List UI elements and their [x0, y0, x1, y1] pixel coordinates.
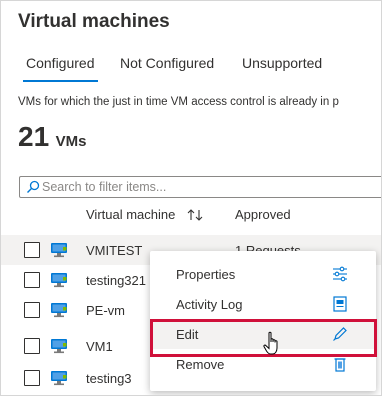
row-checkbox[interactable] [24, 302, 40, 318]
vm-count: 21 VMs [18, 121, 86, 153]
column-header-approved[interactable]: Approved [235, 207, 291, 222]
hand-pointer-icon [263, 331, 278, 355]
menu-item-activity-log[interactable]: Activity Log [150, 289, 376, 319]
menu-item-label: Remove [176, 357, 225, 372]
virtual-machines-panel: Virtual machines Configured Not Configur… [0, 0, 382, 396]
active-tab-indicator [23, 80, 98, 82]
virtual-machine-icon [51, 273, 67, 288]
description-text: VMs for which the just in time VM access… [18, 96, 339, 108]
search-box[interactable] [19, 176, 381, 198]
menu-item-label: Activity Log [176, 297, 243, 312]
virtual-machine-icon [51, 371, 67, 386]
vm-name[interactable]: VM1 [86, 339, 113, 354]
row-checkbox[interactable] [24, 242, 40, 258]
vm-count-unit: VMs [55, 133, 87, 150]
tab-configured[interactable]: Configured [26, 55, 95, 71]
menu-item-label: Properties [176, 267, 236, 282]
tab-unsupported[interactable]: Unsupported [242, 55, 322, 71]
activity-log-icon [333, 296, 347, 312]
vm-name[interactable]: testing3 [86, 371, 132, 386]
tab-not-configured[interactable]: Not Configured [120, 55, 214, 71]
vm-name[interactable]: testing321 [86, 273, 146, 288]
row-checkbox[interactable] [24, 272, 40, 288]
row-checkbox[interactable] [24, 370, 40, 386]
vm-count-number: 21 [18, 121, 50, 152]
virtual-machine-icon [51, 243, 67, 258]
settings-sliders-icon [333, 266, 347, 282]
vm-name[interactable]: VMITEST [86, 243, 142, 258]
column-header-virtual-machine[interactable]: Virtual machine [86, 207, 175, 222]
search-icon [27, 180, 40, 193]
row-checkbox[interactable] [24, 338, 40, 354]
page-title: Virtual machines [18, 11, 170, 32]
sort-icon[interactable] [186, 208, 204, 222]
search-input[interactable] [42, 178, 381, 196]
virtual-machine-icon [51, 303, 67, 318]
vm-name[interactable]: PE-vm [86, 303, 125, 318]
menu-item-properties[interactable]: Properties [150, 259, 376, 289]
trash-icon [334, 358, 346, 372]
virtual-machine-icon [51, 339, 67, 354]
